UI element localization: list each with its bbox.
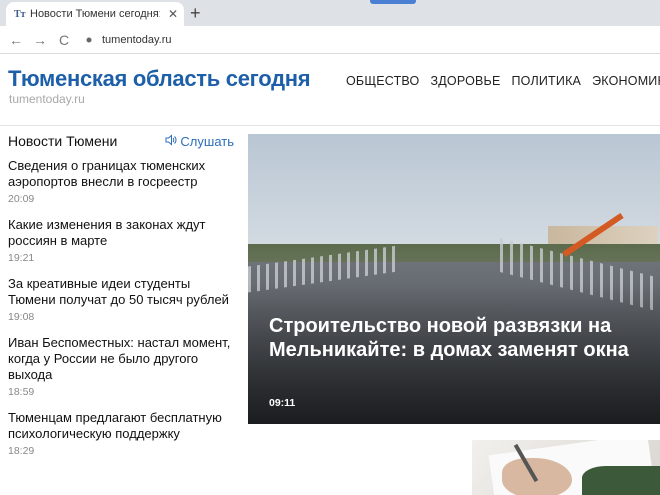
url-text: tumentoday.ru [102, 33, 172, 46]
back-arrow-icon[interactable]: ← [4, 32, 28, 48]
site-logo[interactable]: Тюменская область сегодня [8, 66, 311, 92]
listen-button[interactable]: Слушать [165, 134, 234, 149]
tab-title: Новости Тюмени сегодня: посл [30, 8, 160, 20]
hero-article[interactable]: Строительство новой развязки на Мельника… [248, 134, 660, 424]
news-time: 19:21 [8, 252, 35, 264]
news-headline[interactable]: Иван Беспоместных: настал момент, когда … [8, 335, 234, 383]
article-thumbnail[interactable] [472, 440, 660, 495]
hero-headline[interactable]: Строительство новой развязки на Мельника… [269, 314, 649, 362]
tab-strip-indicator [370, 0, 416, 4]
news-time: 20:09 [8, 193, 35, 205]
thumbnail-sleeve [582, 466, 660, 495]
news-headline[interactable]: Какие изменения в законах ждут россиян в… [8, 217, 234, 249]
close-icon[interactable]: ✕ [168, 7, 178, 21]
nav-item-society[interactable]: ОБЩЕСТВО [346, 74, 419, 88]
address-bar: ← → C tumentoday.ru [0, 26, 660, 54]
nav-item-politics[interactable]: ПОЛИТИКА [512, 74, 582, 88]
site-header: Тюменская область сегодня tumentoday.ru … [0, 54, 660, 126]
new-tab-icon[interactable]: + [190, 3, 201, 23]
hero-time: 09:11 [269, 397, 296, 409]
news-feed-header: Новости Тюмени Слушать [8, 132, 234, 150]
lock-icon [86, 37, 92, 42]
nav-item-economy[interactable]: ЭКОНОМИКА [592, 74, 660, 88]
nav-item-health[interactable]: ЗДОРОВЬЕ [430, 74, 500, 88]
news-headline[interactable]: Тюменцам предлагают бесплатную психологи… [8, 410, 234, 442]
news-item[interactable]: Какие изменения в законах ждут россиян в… [8, 217, 234, 264]
main-nav: ОБЩЕСТВО ЗДОРОВЬЕ ПОЛИТИКА ЭКОНОМИКА [346, 74, 660, 88]
speaker-icon [165, 133, 177, 149]
url-input[interactable]: tumentoday.ru [84, 34, 172, 46]
news-item[interactable]: За креативные идеи студенты Тюмени получ… [8, 276, 234, 323]
news-feed: Новости Тюмени Слушать Сведения о границ… [8, 132, 234, 469]
listen-label: Слушать [180, 133, 234, 149]
news-feed-title: Новости Тюмени [8, 133, 118, 149]
news-time: 19:08 [8, 311, 35, 323]
news-item[interactable]: Иван Беспоместных: настал момент, когда … [8, 335, 234, 398]
browser-tab-bar: Тт Новости Тюмени сегодня: посл ✕ + [0, 0, 660, 26]
news-time: 18:59 [8, 386, 35, 398]
site-domain: tumentoday.ru [9, 92, 85, 106]
reload-icon[interactable]: C [52, 32, 76, 48]
news-headline[interactable]: Сведения о границах тюменских аэропортов… [8, 158, 234, 190]
browser-tab[interactable]: Тт Новости Тюмени сегодня: посл ✕ [6, 2, 184, 26]
news-time: 18:29 [8, 445, 35, 457]
news-item[interactable]: Тюменцам предлагают бесплатную психологи… [8, 410, 234, 457]
forward-arrow-icon[interactable]: → [28, 32, 52, 48]
news-headline[interactable]: За креативные идеи студенты Тюмени получ… [8, 276, 234, 308]
site-favicon-icon: Тт [14, 8, 26, 20]
news-item[interactable]: Сведения о границах тюменских аэропортов… [8, 158, 234, 205]
